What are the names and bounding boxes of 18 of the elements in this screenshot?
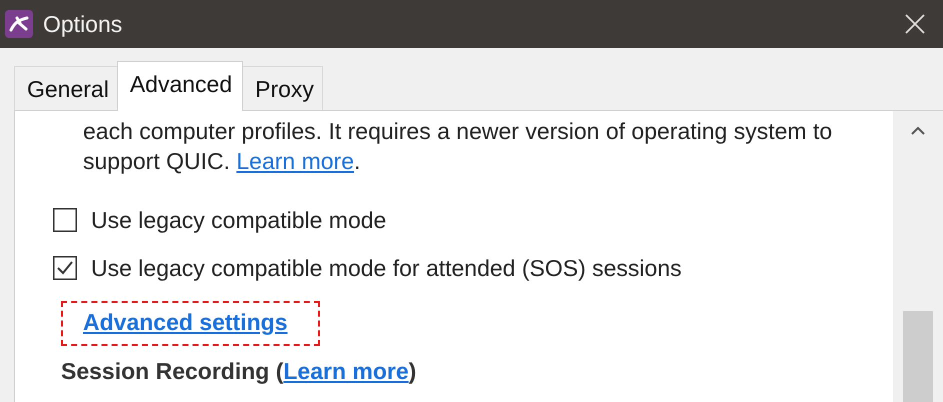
option-label: Use legacy compatible mode for attended (SOS) sessions: [91, 254, 682, 282]
app-logo-icon: [5, 10, 33, 38]
scrollbar[interactable]: [893, 111, 943, 402]
tab[interactable]: General: [14, 66, 118, 110]
checkbox[interactable]: [53, 256, 77, 280]
tab[interactable]: Advanced: [116, 61, 244, 111]
checkbox[interactable]: [53, 208, 77, 232]
option-label: Use legacy compatible mode: [91, 206, 386, 234]
scroll-up-icon[interactable]: [911, 126, 925, 135]
section-title: Session Recording (Learn more): [61, 358, 416, 384]
close-icon[interactable]: [905, 14, 925, 34]
learn-more-link[interactable]: Learn more: [236, 148, 354, 174]
learn-more-link[interactable]: Learn more: [283, 358, 409, 384]
scroll-thumb[interactable]: [903, 311, 933, 402]
tab[interactable]: Proxy: [242, 66, 323, 110]
description-text: each computer profiles. It requires a newer version of operating system to support QUIC. Learn more.: [83, 117, 834, 176]
window-title: Options: [43, 10, 124, 38]
advanced-settings-link[interactable]: Advanced settings: [83, 309, 288, 335]
